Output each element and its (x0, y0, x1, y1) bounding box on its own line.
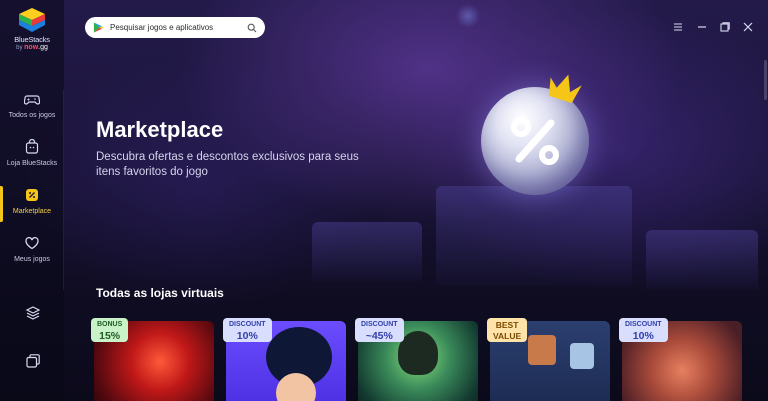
avatar-head (570, 343, 594, 369)
hero-pedestal-left (312, 222, 422, 282)
card-badge: BONUS 15% (91, 318, 129, 342)
menu-icon[interactable] (672, 21, 684, 33)
page-title: Marketplace (96, 117, 224, 142)
brand-gg: .gg (38, 44, 48, 51)
hero-pedestal-center (436, 186, 632, 286)
card-badge: DISCOUNT ~45% (355, 318, 404, 342)
sidebar-item-label: Loja BlueStacks (6, 160, 58, 167)
badge-label: BONUS (97, 321, 123, 328)
brand-now: now (24, 44, 39, 51)
multi-instance-icon[interactable] (25, 353, 41, 369)
app-brand-line: by now.gg (12, 44, 52, 51)
crown-icon (548, 74, 582, 104)
page-subtitle: Descubra ofertas e descontos exclusivos … (96, 151, 359, 178)
google-play-icon (93, 22, 104, 33)
bluestacks-logo-icon (18, 7, 46, 33)
ambient-glow (456, 4, 480, 28)
scrollbar[interactable] (764, 60, 767, 100)
badge-label: DISCOUNT (625, 321, 662, 328)
store-bag-icon (25, 139, 39, 154)
card-badge: DISCOUNT 10% (619, 318, 668, 342)
sidebar-item-marketplace[interactable]: Marketplace (0, 187, 64, 215)
sidebar-item-meus-jogos[interactable]: Meus jogos (0, 235, 64, 263)
restore-icon[interactable] (719, 21, 731, 33)
sidebar-item-label: Todos os jogos (8, 112, 56, 119)
badge-label: DISCOUNT (229, 321, 266, 328)
badge-label: DISCOUNT (361, 321, 398, 328)
search-input[interactable] (110, 23, 247, 32)
badge-value: 10% (236, 330, 258, 342)
badge-label: BEST (495, 320, 519, 330)
app-window: BlueStacks by now.gg Todos os jogos Loja… (0, 0, 768, 401)
app-name: BlueStacks (14, 35, 50, 44)
badge-value: 15% (99, 330, 121, 342)
heart-icon (25, 236, 39, 250)
bluestacks-logo[interactable]: BlueStacks by now.gg (12, 7, 52, 51)
card-badge: BEST VALUE (487, 318, 528, 342)
gamepad-icon (24, 95, 40, 105)
layers-icon[interactable] (25, 305, 41, 321)
search-icon[interactable] (247, 23, 257, 33)
minimize-icon[interactable] (696, 21, 708, 33)
search-bar[interactable] (85, 17, 265, 38)
section-title: Todas as lojas virtuais (96, 286, 224, 300)
sidebar-item-todos-os-jogos[interactable]: Todos os jogos (0, 91, 64, 119)
badge-value: 10% (632, 330, 654, 342)
hero-pedestal-right (646, 230, 758, 290)
sidebar-item-label: Meus jogos (14, 256, 50, 263)
close-icon[interactable] (742, 21, 754, 33)
card-badge: DISCOUNT 10% (223, 318, 272, 342)
sidebar-item-loja-bluestacks[interactable]: Loja BlueStacks (0, 139, 64, 167)
badge-value: ~45% (365, 330, 393, 342)
sidebar-item-label: Marketplace (12, 208, 52, 215)
percent-tag-icon (26, 189, 38, 201)
character-helmet (398, 331, 438, 375)
badge-value: VALUE (493, 331, 522, 341)
brand-by: by (16, 45, 23, 51)
avatar-head (528, 335, 556, 365)
